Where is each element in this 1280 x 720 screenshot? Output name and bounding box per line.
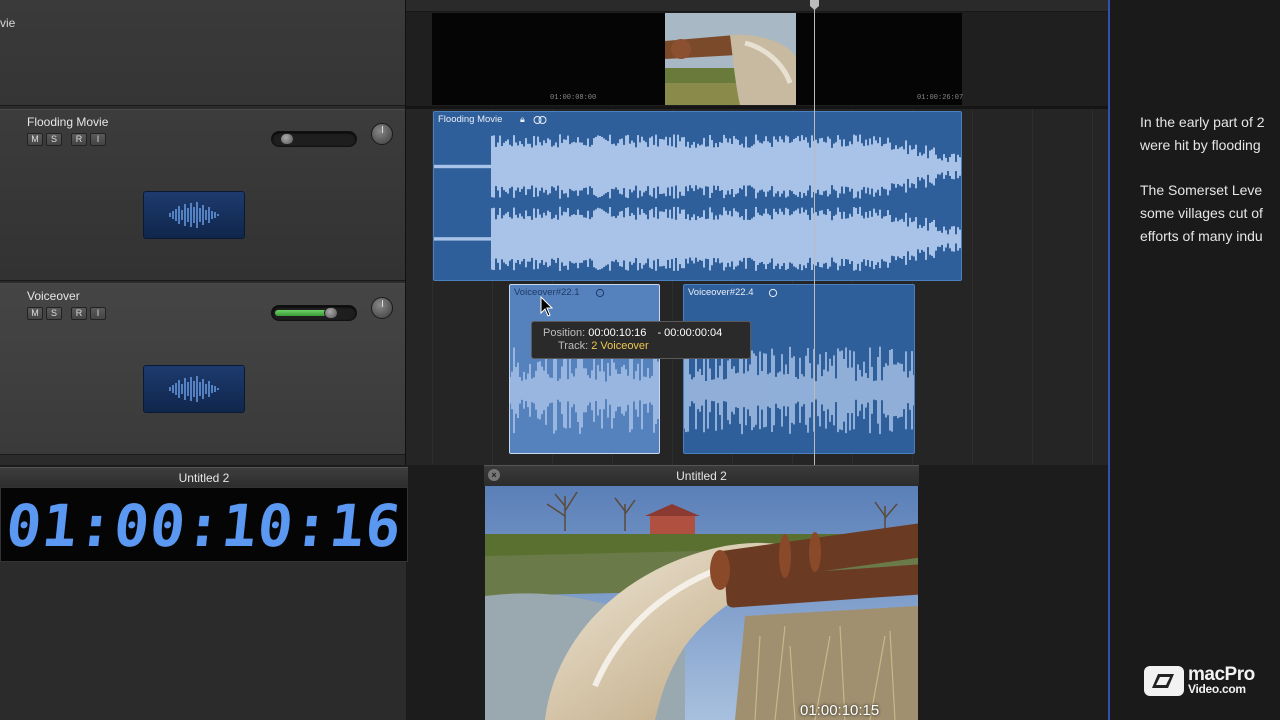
drag-position-tooltip: Position: 00:00:10:16 - 00:00:00:04 Trac… <box>531 321 751 359</box>
brand-text: Video.com <box>1188 682 1246 696</box>
record-enable-button[interactable]: R <box>71 307 87 320</box>
movie-window-title[interactable]: Untitled 2 <box>484 465 919 486</box>
track-divider <box>406 106 1108 109</box>
region-name: Voiceover#22.4 <box>688 287 754 298</box>
solo-button[interactable]: S <box>46 307 62 320</box>
input-monitor-button[interactable]: I <box>90 307 106 320</box>
tooltip-track-label: Track: <box>558 340 589 352</box>
lcd-timecode: 01:00:10:16 <box>2 492 406 560</box>
playhead[interactable] <box>814 0 815 465</box>
track-header-flooding-movie[interactable]: Flooding Movie M S R I <box>0 109 405 281</box>
filmstrip-timecode: 01:00:08:00 <box>550 94 597 102</box>
region-name: Flooding Movie <box>438 114 503 125</box>
note-text-line: were hit by flooding <box>1140 137 1261 153</box>
note-text-line: some villages cut of <box>1140 205 1263 221</box>
input-monitor-button[interactable]: I <box>90 133 106 146</box>
volume-slider[interactable] <box>271 305 357 321</box>
movie-timecode-overlay: 01:00:10:15 <box>800 702 880 719</box>
track-buttons: M S R I <box>27 133 106 146</box>
solo-button[interactable]: S <box>46 133 62 146</box>
time-ruler[interactable] <box>406 0 1108 12</box>
close-icon[interactable]: × <box>488 469 500 481</box>
track-buttons: M S R I <box>27 307 106 320</box>
tooltip-track-name: Voiceover <box>600 340 649 352</box>
movie-filmstrip[interactable]: 01:00:08:00 01:00:26:07 <box>432 13 964 105</box>
audio-region-voiceover-1[interactable]: Voiceover#22.1 <box>509 284 660 454</box>
lower-left-panel <box>0 562 406 720</box>
note-text-line: The Somerset Leve <box>1140 182 1263 198</box>
track-name[interactable]: Voiceover <box>27 289 80 303</box>
macprovideo-logo-mark <box>1144 666 1184 696</box>
loop-icon <box>595 288 605 298</box>
audio-waveform-icon <box>143 191 245 239</box>
movie-frame-thumbnail <box>665 13 796 105</box>
pan-knob[interactable] <box>371 297 393 319</box>
audio-region-flooding-movie[interactable]: Flooding Movie 🔒︎ <box>433 111 962 281</box>
notes-pane: In the early part of 2 were hit by flood… <box>1108 0 1280 720</box>
volume-slider[interactable] <box>271 131 357 147</box>
note-text-line: In the early part of 2 <box>1140 114 1265 130</box>
lcd-window-title[interactable]: Untitled 2 <box>0 467 408 487</box>
track-name[interactable]: Flooding Movie <box>27 115 108 129</box>
movie-viewer <box>485 486 918 720</box>
tooltip-position-value: 00:00:10:16 <box>588 327 647 339</box>
record-enable-button[interactable]: R <box>71 133 87 146</box>
volume-slider-knob[interactable] <box>324 307 338 319</box>
tooltip-position-label: Position: <box>543 327 586 339</box>
lock-icon: 🔒︎ <box>520 114 525 124</box>
tracks-area[interactable]: 01:00:08:00 01:00:26:07 Flooding Movie 🔒… <box>406 0 1108 465</box>
track-header-column: vie Flooding Movie M S R I Voiceover M S… <box>0 0 406 465</box>
tooltip-delta: - 00:00:00:04 <box>657 327 723 339</box>
note-text-line: efforts of many indu <box>1140 228 1263 244</box>
loop-icon <box>768 288 778 298</box>
macprovideo-logo: macPro Video.com <box>1144 664 1260 696</box>
mouse-pointer-icon <box>540 296 554 317</box>
movie-track-label: vie <box>0 16 16 30</box>
pan-knob[interactable] <box>371 123 393 145</box>
movie-thumbnail-track[interactable]: 01:00:08:00 01:00:26:07 <box>406 12 1108 106</box>
link-icon <box>533 116 547 124</box>
track-header-voiceover[interactable]: Voiceover M S R I <box>0 283 405 455</box>
logic-pro-window: { "tracks": { "movie_label": "vie", "tra… <box>0 0 1280 720</box>
audio-region-voiceover-2[interactable]: Voiceover#22.4 <box>683 284 915 454</box>
tooltip-track-number: 2 <box>591 340 598 352</box>
movie-track-header[interactable]: vie <box>0 0 405 106</box>
mute-button[interactable]: M <box>27 133 43 146</box>
volume-slider-knob[interactable] <box>280 133 294 145</box>
lcd-timecode-display[interactable]: 01:00:10:16 <box>0 487 408 562</box>
movie-frame-image <box>485 486 918 720</box>
filmstrip-timecode: 01:00:26:07 <box>917 94 964 102</box>
mute-button[interactable]: M <box>27 307 43 320</box>
waveform <box>434 134 961 272</box>
audio-waveform-icon <box>143 365 245 413</box>
